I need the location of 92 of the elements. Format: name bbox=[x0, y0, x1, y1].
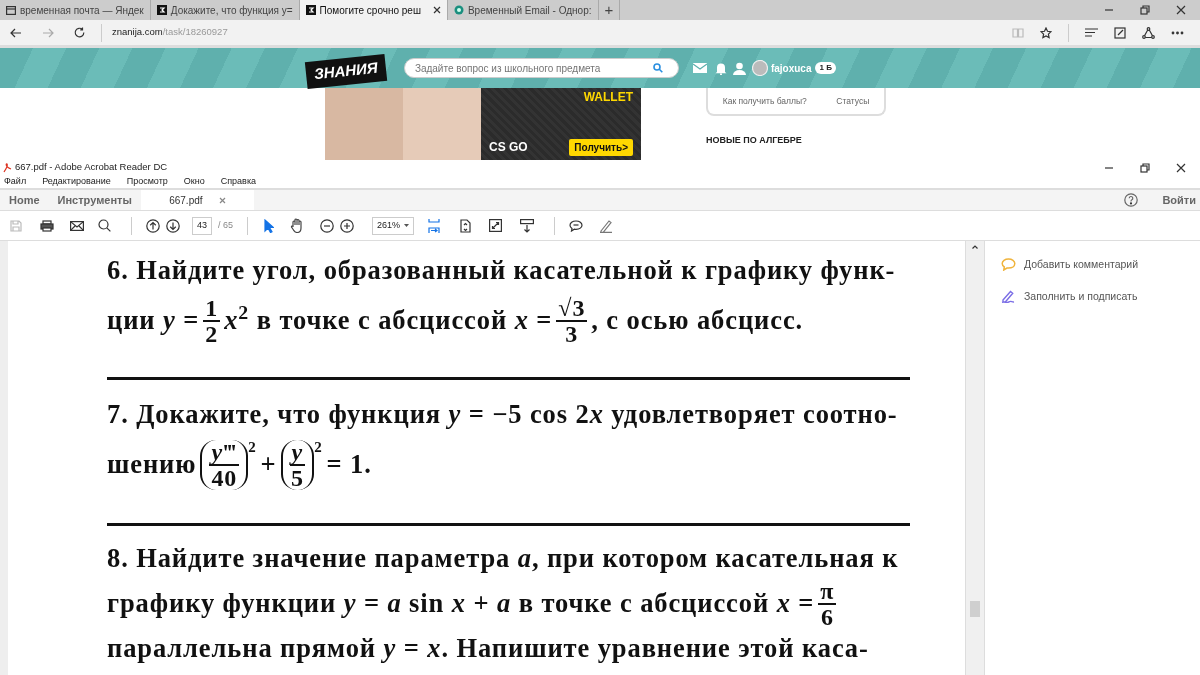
panel-tool[interactable]: Добавить комментарий bbox=[1001, 257, 1200, 273]
menu-item[interactable]: Справка bbox=[220, 174, 257, 189]
get-button[interactable]: Получить> bbox=[569, 138, 633, 156]
hub-icon[interactable] bbox=[1085, 28, 1098, 37]
pdf-icon bbox=[3, 162, 12, 173]
tab-title: Временный Email - Однор: bbox=[467, 3, 592, 18]
address-field[interactable]: znanija.com/task/18260927 bbox=[112, 25, 228, 40]
restore-icon[interactable] bbox=[1140, 162, 1150, 173]
zoom-dropdown[interactable]: 261% bbox=[372, 216, 414, 235]
star-icon[interactable] bbox=[1040, 26, 1052, 39]
exponent: 2 bbox=[248, 438, 257, 457]
page-up-icon[interactable] bbox=[146, 218, 160, 233]
pen-icon bbox=[1001, 290, 1016, 304]
ad-logo: CS GO bbox=[489, 139, 528, 156]
page-number-field[interactable]: 43 bbox=[192, 216, 212, 235]
menu-item[interactable]: Файл bbox=[4, 174, 27, 189]
site-logo[interactable]: ЗНАНИЯ bbox=[304, 53, 388, 89]
site-icon bbox=[305, 5, 316, 15]
problem-text: ции y = bbox=[107, 304, 200, 338]
comment-icon[interactable] bbox=[569, 219, 583, 232]
fraction-numerator: √3 bbox=[556, 296, 588, 322]
problem-text: 7. Докажите, что функция y = −5 cos 2 bbox=[107, 398, 590, 432]
hand-icon[interactable] bbox=[290, 218, 304, 233]
page-total: / 65 bbox=[218, 218, 233, 232]
menu-item[interactable]: Просмотр bbox=[126, 174, 168, 189]
points-badge: 1 Б bbox=[815, 62, 836, 74]
tab-title: Помогите срочно реш bbox=[319, 3, 421, 18]
window-icon bbox=[6, 5, 16, 15]
fit-page-icon[interactable] bbox=[428, 217, 440, 234]
exponent: 2 bbox=[314, 438, 323, 457]
card-link[interactable]: Статусы bbox=[836, 94, 870, 108]
problem-text: шению bbox=[107, 448, 197, 482]
problem-text: x удовлетворяет соотно- bbox=[589, 398, 898, 432]
help-icon[interactable] bbox=[1124, 193, 1139, 207]
app-tab[interactable]: 667.pdf bbox=[140, 190, 254, 210]
menu-item[interactable]: Окно bbox=[183, 174, 205, 189]
sign-in-link[interactable]: Войти bbox=[1162, 191, 1196, 209]
problem-text: = 1. bbox=[326, 448, 372, 482]
close-icon[interactable] bbox=[432, 6, 441, 14]
zoom-out-icon[interactable] bbox=[320, 218, 334, 233]
panel-tool[interactable]: Заполнить и подписать bbox=[1001, 288, 1200, 305]
fraction-denominator: 2 bbox=[205, 322, 219, 346]
page-tools-icon[interactable] bbox=[460, 218, 471, 233]
caret-icon bbox=[404, 224, 409, 227]
scroll-up-icon[interactable] bbox=[972, 245, 978, 249]
fraction-denominator: 6 bbox=[820, 605, 834, 629]
sign-icon[interactable] bbox=[599, 218, 613, 233]
more-icon[interactable] bbox=[1171, 30, 1184, 35]
site-icon bbox=[156, 5, 167, 15]
browser-tab[interactable]: Помогите срочно реш bbox=[299, 0, 448, 20]
card-link[interactable]: Как получить баллы? bbox=[722, 94, 807, 108]
scroll-mode-icon[interactable] bbox=[520, 218, 534, 233]
pointer-icon[interactable] bbox=[264, 218, 274, 233]
fraction-denominator: 3 bbox=[565, 322, 579, 346]
tab-title: временная почта — Яндек bbox=[20, 3, 144, 18]
menu-item[interactable]: Редактирование bbox=[42, 174, 111, 189]
share-icon[interactable] bbox=[1142, 26, 1155, 39]
print-icon[interactable] bbox=[40, 219, 54, 232]
zoom-in-icon[interactable] bbox=[340, 218, 354, 233]
search-icon[interactable] bbox=[98, 219, 111, 232]
problem-text: x$^{2}$ в точке с абсциссой x = bbox=[224, 301, 553, 338]
section-heading: НОВЫЕ ПО АЛГЕБРЕ bbox=[706, 134, 803, 147]
restore-icon[interactable] bbox=[1140, 5, 1150, 15]
problem-text: 6. Найдите угол, образованный касательной к графику функ- bbox=[107, 254, 896, 288]
back-icon[interactable] bbox=[10, 27, 22, 38]
close-icon[interactable] bbox=[1176, 5, 1186, 15]
note-icon[interactable] bbox=[1114, 26, 1126, 39]
close-icon[interactable] bbox=[1176, 162, 1186, 173]
problem-text: графику функции y = a sin x + a в точке с абсциссой x = bbox=[107, 587, 815, 621]
ad-title: WALLET bbox=[582, 89, 634, 106]
problem-text: + bbox=[260, 448, 277, 482]
full-screen-icon[interactable] bbox=[489, 219, 502, 232]
refresh-icon[interactable] bbox=[74, 27, 85, 38]
tab-title: Докажите, что функция у= bbox=[170, 3, 293, 18]
app-tab[interactable]: Home bbox=[0, 190, 49, 210]
globe-icon bbox=[453, 5, 464, 15]
page-down-icon[interactable] bbox=[166, 218, 180, 233]
fraction-denominator: 5 bbox=[290, 466, 304, 490]
fraction-numerator: y bbox=[289, 440, 306, 466]
scrollbar-track[interactable] bbox=[965, 241, 985, 675]
comment-icon bbox=[1001, 258, 1016, 272]
fraction-numerator: 1 bbox=[203, 296, 221, 322]
problem-text: 8. Найдите значение параметра a, при котором касательная к bbox=[107, 542, 899, 576]
scrollbar-thumb[interactable] bbox=[970, 601, 980, 617]
problem-text: , с осью абсцисс. bbox=[591, 304, 804, 338]
mail-icon[interactable] bbox=[70, 220, 84, 231]
app-tab[interactable]: Инструменты bbox=[48, 190, 141, 210]
fraction-denominator: 40 bbox=[211, 466, 238, 490]
problem-text: параллельна прямой y = x. Напишите уравнение этой каса- bbox=[107, 632, 869, 666]
search-field[interactable]: Задайте вопрос из школьного предмета bbox=[403, 58, 679, 78]
window-title: 667.pdf - Adobe Acrobat Reader DC bbox=[15, 160, 168, 175]
fraction-numerator: π bbox=[818, 579, 837, 605]
